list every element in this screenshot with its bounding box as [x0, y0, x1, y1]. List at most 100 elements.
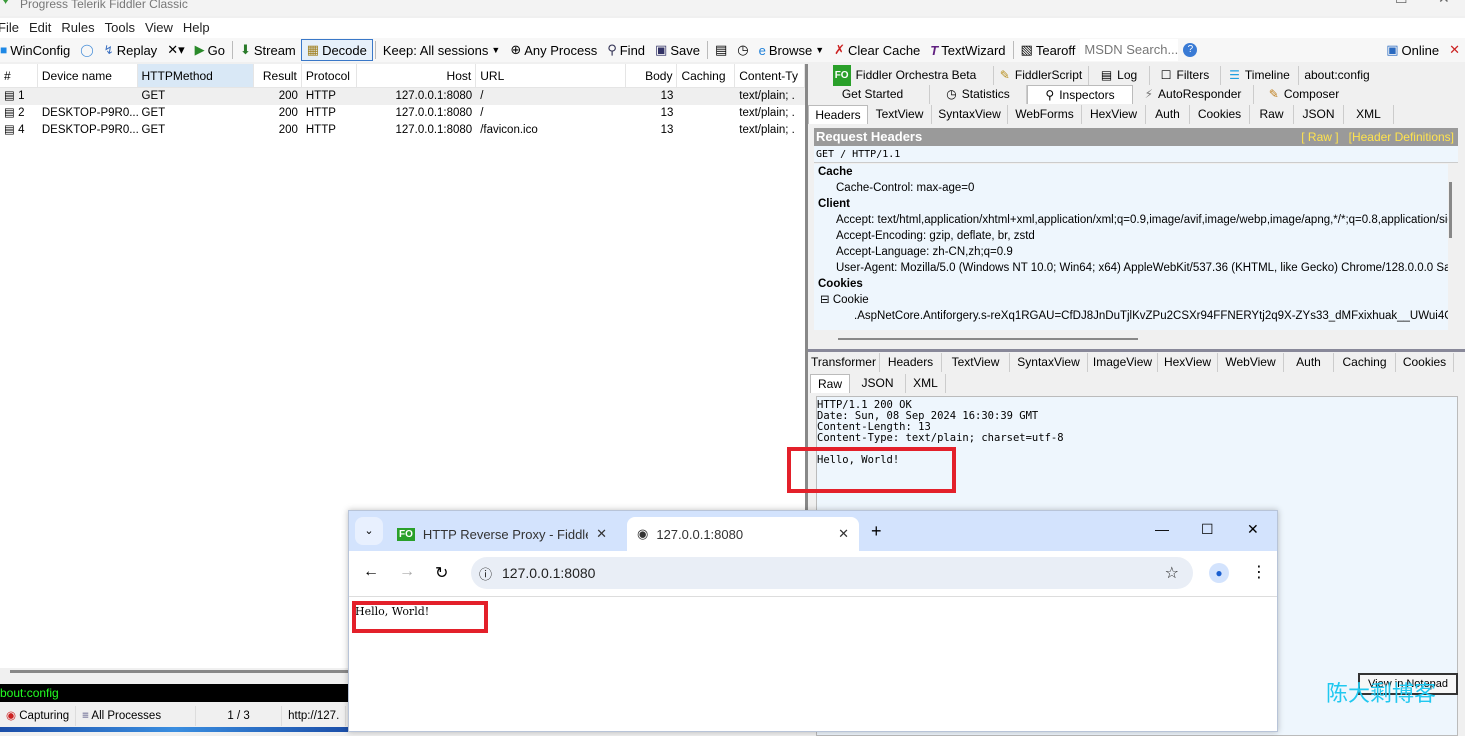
- headers-scrollbar[interactable]: [1449, 182, 1452, 238]
- forward-button[interactable]: →: [399, 563, 415, 581]
- header-item[interactable]: ⊟ Cookie: [814, 292, 1448, 308]
- maximize-button[interactable]: ☐: [1395, 0, 1408, 5]
- header-definitions-link[interactable]: [Header Definitions]: [1349, 130, 1454, 144]
- go-button[interactable]: ▶ Go: [190, 39, 230, 61]
- tab-webforms[interactable]: WebForms: [1008, 105, 1082, 124]
- remove-button[interactable]: ✕▾: [162, 39, 189, 61]
- msdn-search-input[interactable]: MSDN Search...: [1080, 39, 1179, 61]
- new-tab-button[interactable]: +: [871, 521, 882, 542]
- request-response-splitter[interactable]: [808, 349, 1465, 352]
- menu-file[interactable]: File: [0, 18, 25, 38]
- capturing-toggle[interactable]: ◉ Capturing: [0, 706, 77, 726]
- menu-view[interactable]: View: [145, 18, 179, 38]
- browse-button[interactable]: e Browse ▼: [754, 39, 830, 61]
- tab-raw[interactable]: Raw: [1250, 105, 1294, 124]
- session-row[interactable]: ▤ 4 DESKTOP-P9R0... GET 200 HTTP 127.0.0.1:80…: [0, 122, 805, 139]
- col-device[interactable]: Device name: [38, 64, 138, 87]
- winconfig-button[interactable]: ■ WinConfig: [0, 39, 75, 61]
- decode-button[interactable]: ▦ Decode: [300, 39, 373, 61]
- tab-headers[interactable]: Headers: [808, 105, 868, 124]
- tab-syntaxview[interactable]: SyntaxView: [932, 105, 1008, 124]
- save-button[interactable]: ▣ Save: [650, 39, 705, 61]
- process-filter[interactable]: ≡ All Processes: [76, 706, 197, 726]
- tab-imageview[interactable]: ImageView: [1088, 353, 1158, 372]
- menu-help[interactable]: Help: [183, 18, 216, 38]
- find-button[interactable]: ⚲ Find: [602, 39, 650, 61]
- col-caching[interactable]: Caching: [677, 64, 736, 87]
- close-button[interactable]: ✕: [1247, 521, 1259, 538]
- help-button[interactable]: ?: [1178, 39, 1202, 61]
- tab-search-button[interactable]: ⌄: [355, 517, 383, 545]
- tab-filters[interactable]: ☐ Filters: [1150, 66, 1221, 85]
- timer-button[interactable]: ◷: [732, 39, 753, 61]
- tab-cookies[interactable]: Cookies: [1190, 105, 1250, 124]
- tab-syntaxview[interactable]: SyntaxView: [1010, 353, 1088, 372]
- header-item[interactable]: Accept-Encoding: gzip, deflate, br, zstd: [814, 228, 1448, 244]
- tab-xml[interactable]: XML: [906, 374, 946, 393]
- tab-xml[interactable]: XML: [1344, 105, 1394, 124]
- close-tab-icon[interactable]: ✕: [838, 526, 849, 542]
- screenshot-button[interactable]: ▤: [710, 39, 732, 61]
- header-item[interactable]: User-Agent: Mozilla/5.0 (Windows NT 10.0…: [814, 260, 1448, 276]
- tab-inspectors[interactable]: ⚲ Inspectors: [1027, 85, 1133, 104]
- col-method[interactable]: HTTPMethod: [137, 64, 255, 87]
- tab-composer[interactable]: ✎ Composer: [1254, 85, 1354, 104]
- textwizard-button[interactable]: T TextWizard: [925, 39, 1010, 61]
- header-item[interactable]: Accept: text/html,application/xhtml+xml,…: [814, 212, 1448, 228]
- col-result[interactable]: Result: [254, 64, 302, 87]
- collapse-icon[interactable]: ⊟: [820, 294, 833, 306]
- bookmark-star-icon[interactable]: ☆: [1165, 563, 1179, 583]
- reload-button[interactable]: ↻: [435, 563, 448, 583]
- col-body[interactable]: Body: [626, 64, 678, 87]
- header-item[interactable]: Cache-Control: max-age=0: [814, 180, 1448, 196]
- tab-log[interactable]: ▤ Log: [1089, 66, 1150, 85]
- col-protocol[interactable]: Protocol: [302, 64, 357, 87]
- tab-auth[interactable]: Auth: [1146, 105, 1190, 124]
- header-item[interactable]: .AspNetCore.Antiforgery.s-reXq1RGAU=CfDJ…: [814, 308, 1448, 324]
- tab-hexview[interactable]: HexView: [1082, 105, 1146, 124]
- site-info-icon[interactable]: ⓘ: [479, 564, 492, 583]
- tab-raw[interactable]: Raw: [810, 374, 850, 393]
- tab-json[interactable]: JSON: [1294, 105, 1344, 124]
- tab-timeline[interactable]: ☰ Timeline: [1221, 66, 1299, 85]
- close-button[interactable]: ✕: [1438, 0, 1450, 5]
- tab-caching[interactable]: Caching: [1334, 353, 1396, 372]
- back-button[interactable]: ←: [363, 563, 379, 581]
- clear-cache-button[interactable]: ✗ Clear Cache: [829, 39, 925, 61]
- tab-fiddler-orchestra[interactable]: FO Fiddler Orchestra Beta: [816, 65, 994, 86]
- session-row[interactable]: ▤ 2 DESKTOP-P9R0... GET 200 HTTP 127.0.0.1:80…: [0, 105, 805, 122]
- tab-get-started[interactable]: Get Started: [816, 85, 930, 104]
- close-tab-icon[interactable]: ✕: [596, 526, 607, 542]
- tab-webview[interactable]: WebView: [1218, 353, 1284, 372]
- tab-about-config[interactable]: about:config: [1299, 66, 1375, 85]
- minimize-button[interactable]: —: [1155, 521, 1169, 537]
- col-host[interactable]: Host: [357, 64, 477, 87]
- col-content-type[interactable]: Content-Ty: [735, 64, 806, 87]
- menu-kebab-icon[interactable]: ⋮: [1251, 562, 1267, 582]
- col-url[interactable]: URL: [476, 64, 626, 87]
- browser-tab-active[interactable]: ◉ 127.0.0.1:8080 ✕: [627, 517, 859, 551]
- keep-sessions-dropdown[interactable]: Keep: All sessions ▼: [378, 39, 505, 61]
- any-process-button[interactable]: ⊕ Any Process: [505, 39, 602, 61]
- address-bar[interactable]: ⓘ 127.0.0.1:8080 ☆: [471, 557, 1193, 589]
- online-button[interactable]: ▣ Online: [1381, 39, 1444, 61]
- stream-button[interactable]: ⬇ Stream: [235, 39, 301, 61]
- menu-edit[interactable]: Edit: [29, 18, 57, 38]
- tab-textview[interactable]: TextView: [868, 105, 932, 124]
- replay-button[interactable]: ↯ Replay: [99, 39, 163, 61]
- tab-transformer[interactable]: Transformer: [808, 353, 880, 372]
- col-id[interactable]: #: [0, 64, 38, 87]
- close-toolbar-button[interactable]: ✕: [1444, 39, 1465, 61]
- tab-statistics[interactable]: ◷ Statistics: [930, 85, 1027, 104]
- header-item[interactable]: Accept-Language: zh-CN,zh;q=0.9: [814, 244, 1448, 260]
- tab-cookies[interactable]: Cookies: [1396, 353, 1454, 372]
- tab-textview[interactable]: TextView: [942, 353, 1010, 372]
- menu-tools[interactable]: Tools: [105, 18, 141, 38]
- comment-button[interactable]: ◯: [75, 39, 98, 61]
- tab-json[interactable]: JSON: [850, 374, 906, 393]
- profile-avatar[interactable]: ●: [1209, 563, 1229, 583]
- tab-autoresponder[interactable]: ⚡ AutoResponder: [1133, 85, 1254, 104]
- tab-auth[interactable]: Auth: [1284, 353, 1334, 372]
- tab-fiddlerscript[interactable]: ✎ FiddlerScript: [994, 66, 1089, 85]
- session-row[interactable]: ▤ 1 GET 200 HTTP 127.0.0.1:8080 / 13 text/plain…: [0, 88, 805, 105]
